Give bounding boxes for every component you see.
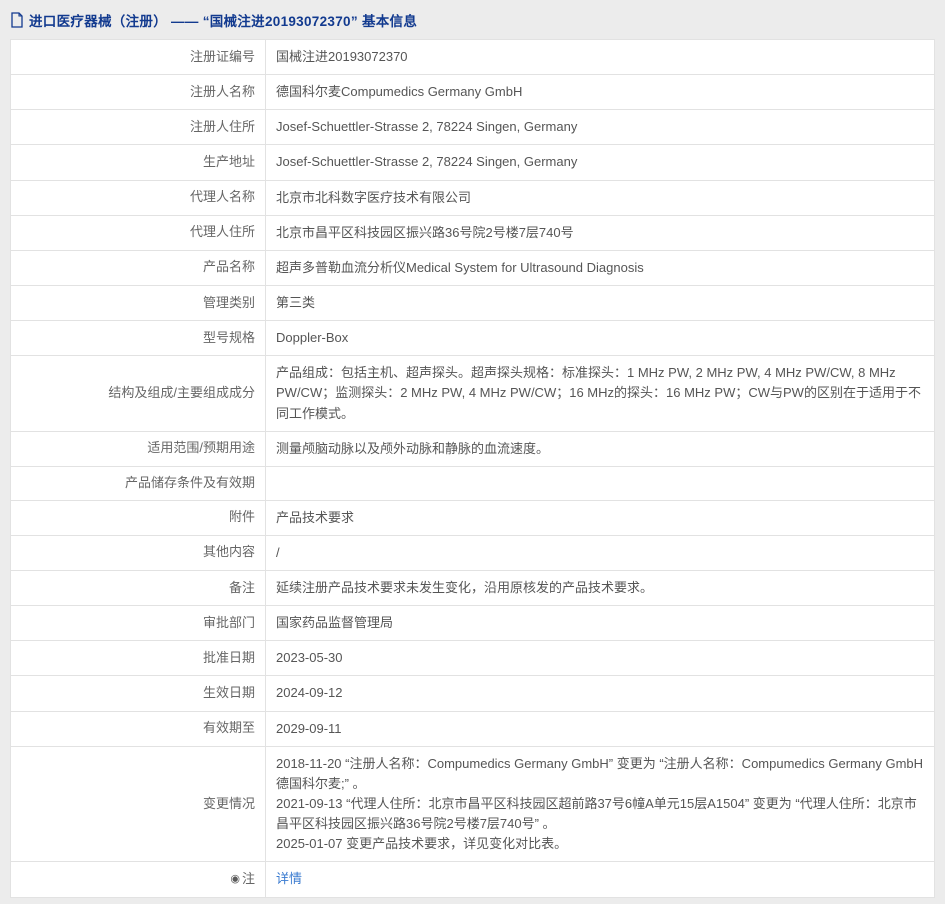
row-value: 测量颅脑动脉以及颅外动脉和静脉的血流速度。 bbox=[266, 431, 935, 466]
table-row: 备注延续注册产品技术要求未发生变化，沿用原核发的产品技术要求。 bbox=[11, 570, 935, 605]
row-label: 生效日期 bbox=[11, 676, 266, 711]
table-row: ◉注详情 bbox=[11, 862, 935, 897]
table-row: 型号规格 Doppler-Box bbox=[11, 321, 935, 356]
row-label-text: 注册人名称 bbox=[190, 84, 255, 99]
row-value bbox=[266, 466, 935, 500]
row-label: 附件 bbox=[11, 500, 266, 535]
page-title: 进口医疗器械（注册） —— “国械注进20193072370” 基本信息 bbox=[29, 10, 417, 30]
row-label: 生产地址 bbox=[11, 145, 266, 180]
row-value: 产品组成：包括主机、超声探头。超声探头规格：标准探头：1 MHz PW, 2 M… bbox=[266, 356, 935, 431]
row-label-text: 变更情况 bbox=[203, 796, 255, 811]
row-label-text: 代理人住所 bbox=[190, 224, 255, 239]
row-value: 国家药品监督管理局 bbox=[266, 606, 935, 641]
table-row: 生产地址 Josef-Schuettler-Strasse 2, 78224 Si… bbox=[11, 145, 935, 180]
table-row: 有效期至 2029-09-11 bbox=[11, 711, 935, 746]
row-label: 型号规格 bbox=[11, 321, 266, 356]
row-label: 备注 bbox=[11, 570, 266, 605]
row-value: Doppler-Box bbox=[266, 321, 935, 356]
row-label: 代理人住所 bbox=[11, 215, 266, 250]
table-row: 代理人住所北京市昌平区科技园区振兴路36号院2号楼7层740号 bbox=[11, 215, 935, 250]
table-row: 注册人名称德国科尔麦Compumedics Germany GmbH bbox=[11, 75, 935, 110]
row-label-text: 注 bbox=[242, 871, 255, 886]
row-label-text: 生效日期 bbox=[203, 685, 255, 700]
page-header: 进口医疗器械（注册） —— “国械注进20193072370” 基本信息 bbox=[0, 0, 945, 39]
row-label-text: 附件 bbox=[229, 509, 255, 524]
row-value: Josef-Schuettler-Strasse 2, 78224 Singen… bbox=[266, 110, 935, 145]
row-label: 批准日期 bbox=[11, 641, 266, 676]
table-row: 变更情况 2018-11-20 “注册人名称：Compumedics German… bbox=[11, 746, 935, 862]
row-label: 产品名称 bbox=[11, 250, 266, 285]
row-label-text: 代理人名称 bbox=[190, 189, 255, 204]
row-label-text: 管理类别 bbox=[203, 295, 255, 310]
table-row: 产品储存条件及有效期 bbox=[11, 466, 935, 500]
table-row: 结构及组成/主要组成成分产品组成：包括主机、超声探头。超声探头规格：标准探头：1… bbox=[11, 356, 935, 431]
row-label: 结构及组成/主要组成成分 bbox=[11, 356, 266, 431]
row-label: 注册人住所 bbox=[11, 110, 266, 145]
row-value: 2018-11-20 “注册人名称：Compumedics Germany Gm… bbox=[266, 746, 935, 862]
table-row: 适用范围/预期用途测量颅脑动脉以及颅外动脉和静脉的血流速度。 bbox=[11, 431, 935, 466]
row-label-text: 审批部门 bbox=[203, 615, 255, 630]
row-label: 代理人名称 bbox=[11, 180, 266, 215]
detail-link[interactable]: 详情 bbox=[276, 871, 302, 886]
row-value: 2024-09-12 bbox=[266, 676, 935, 711]
row-value: Josef-Schuettler-Strasse 2, 78224 Singen… bbox=[266, 145, 935, 180]
row-value: 2029-09-11 bbox=[266, 711, 935, 746]
row-label-text: 生产地址 bbox=[203, 154, 255, 169]
row-label: 注册人名称 bbox=[11, 75, 266, 110]
table-row: 管理类别第三类 bbox=[11, 285, 935, 320]
page: 进口医疗器械（注册） —— “国械注进20193072370” 基本信息 注册证… bbox=[0, 0, 945, 904]
row-label-text: 注册证编号 bbox=[190, 49, 255, 64]
row-value: 北京市昌平区科技园区振兴路36号院2号楼7层740号 bbox=[266, 215, 935, 250]
row-label-text: 产品储存条件及有效期 bbox=[125, 475, 255, 490]
row-value: 第三类 bbox=[266, 285, 935, 320]
row-value: / bbox=[266, 535, 935, 570]
table-row: 其他内容 / bbox=[11, 535, 935, 570]
table-row: 注册证编号国械注进20193072370 bbox=[11, 40, 935, 75]
row-label: 有效期至 bbox=[11, 711, 266, 746]
row-value: 2023-05-30 bbox=[266, 641, 935, 676]
note-icon: ◉ bbox=[230, 872, 240, 888]
row-value: 产品技术要求 bbox=[266, 500, 935, 535]
table-row: 生效日期 2024-09-12 bbox=[11, 676, 935, 711]
row-value: 超声多普勒血流分析仪Medical System for Ultrasound … bbox=[266, 250, 935, 285]
table-row: 审批部门国家药品监督管理局 bbox=[11, 606, 935, 641]
table-row: 附件产品技术要求 bbox=[11, 500, 935, 535]
row-label: 注册证编号 bbox=[11, 40, 266, 75]
row-label: 审批部门 bbox=[11, 606, 266, 641]
row-value: 国械注进20193072370 bbox=[266, 40, 935, 75]
table-row: 注册人住所 Josef-Schuettler-Strasse 2, 78224 S… bbox=[11, 110, 935, 145]
row-label: 适用范围/预期用途 bbox=[11, 431, 266, 466]
row-label-text: 注册人住所 bbox=[190, 119, 255, 134]
row-label-text: 结构及组成/主要组成成分 bbox=[108, 385, 255, 400]
row-label-text: 批准日期 bbox=[203, 650, 255, 665]
row-label-text: 有效期至 bbox=[203, 720, 255, 735]
row-value: 延续注册产品技术要求未发生变化，沿用原核发的产品技术要求。 bbox=[266, 570, 935, 605]
row-label-text: 产品名称 bbox=[203, 259, 255, 274]
row-label-text: 其他内容 bbox=[203, 544, 255, 559]
row-value: 北京市北科数字医疗技术有限公司 bbox=[266, 180, 935, 215]
row-value: 德国科尔麦Compumedics Germany GmbH bbox=[266, 75, 935, 110]
info-table: 注册证编号国械注进20193072370注册人名称德国科尔麦Compumedic… bbox=[10, 39, 935, 898]
table-row: 产品名称超声多普勒血流分析仪Medical System for Ultraso… bbox=[11, 250, 935, 285]
row-label: 其他内容 bbox=[11, 535, 266, 570]
document-icon bbox=[10, 12, 24, 28]
row-label: 管理类别 bbox=[11, 285, 266, 320]
row-label: 产品储存条件及有效期 bbox=[11, 466, 266, 500]
row-label-text: 适用范围/预期用途 bbox=[147, 440, 255, 455]
row-label: 变更情况 bbox=[11, 746, 266, 862]
table-row: 批准日期 2023-05-30 bbox=[11, 641, 935, 676]
row-label-text: 型号规格 bbox=[203, 330, 255, 345]
row-label: ◉注 bbox=[11, 862, 266, 897]
row-value: 详情 bbox=[266, 862, 935, 897]
row-label-text: 备注 bbox=[229, 580, 255, 595]
table-row: 代理人名称北京市北科数字医疗技术有限公司 bbox=[11, 180, 935, 215]
